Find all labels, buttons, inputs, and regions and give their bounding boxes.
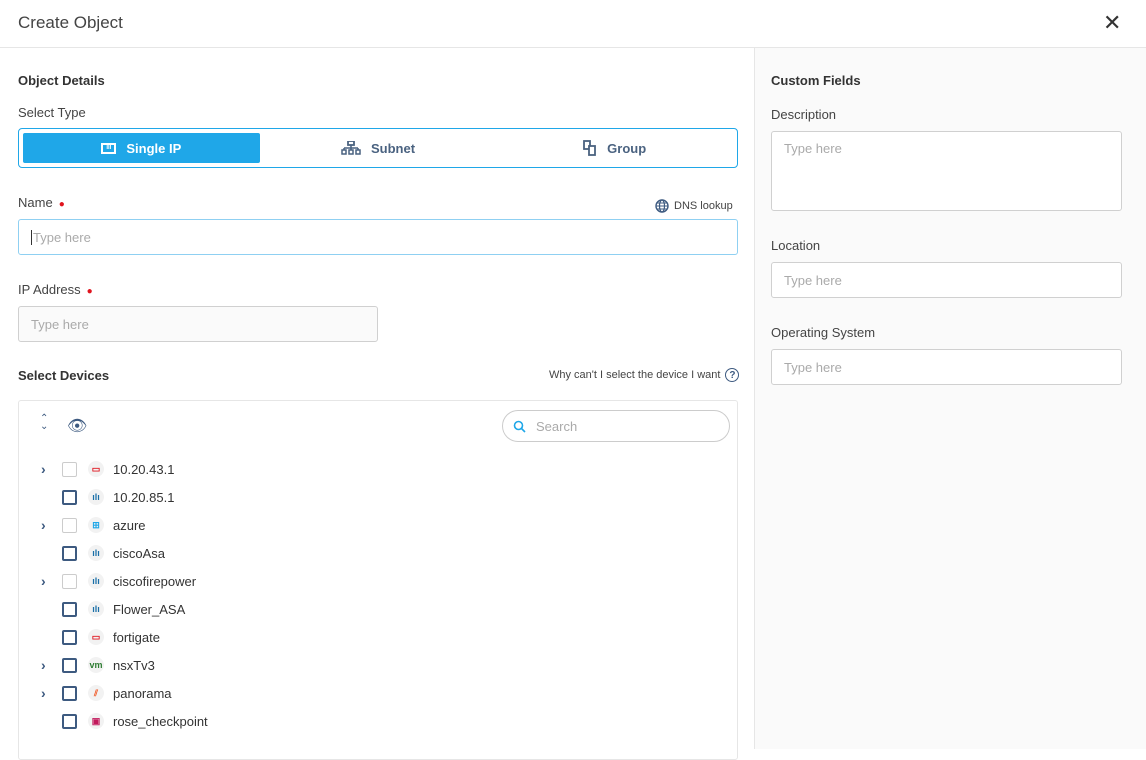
group-icon (583, 140, 597, 156)
name-placeholder: Type here (31, 229, 91, 245)
device-name: fortigate (113, 629, 160, 645)
device-checkbox (62, 573, 77, 589)
device-name: 10.20.43.1 (113, 461, 175, 477)
chevron-right-icon[interactable]: › (41, 657, 46, 673)
device-checkbox (62, 517, 77, 533)
device-checkbox[interactable] (62, 657, 77, 673)
devices-help-text: Why can't I select the device I want (549, 369, 721, 381)
description-input[interactable]: Type here (771, 131, 1122, 211)
close-icon[interactable]: ✕ (1103, 12, 1121, 34)
device-checkbox (62, 461, 77, 477)
type-label: Group (607, 140, 647, 156)
ip-placeholder: Type here (31, 316, 89, 332)
os-input[interactable]: Type here (771, 349, 1122, 385)
device-name: azure (113, 517, 146, 533)
type-label: Subnet (370, 140, 416, 156)
device-name: rose_checkpoint (113, 713, 208, 729)
location-input[interactable]: Type here (771, 262, 1122, 298)
type-subnet[interactable]: Subnet (260, 133, 497, 163)
eye-icon[interactable]: 👁 (67, 416, 87, 436)
globe-icon (655, 199, 669, 213)
chevron-right-icon[interactable]: › (41, 461, 46, 477)
checkpoint-icon: ▣ (88, 713, 104, 729)
cisco-icon: ılı (88, 489, 104, 505)
device-row[interactable]: ılı ciscoAsa (19, 539, 719, 567)
device-row[interactable]: › vm nsxTv3 (19, 651, 719, 679)
location-label: Location (771, 238, 821, 253)
help-icon: ? (725, 368, 740, 382)
chevron-right-icon[interactable]: › (41, 573, 46, 589)
device-checkbox[interactable] (62, 685, 77, 701)
device-row[interactable]: ılı Flower_ASA (19, 595, 719, 623)
name-input[interactable]: Type here (18, 219, 738, 255)
fortinet-icon: ▭ (88, 629, 104, 645)
search-icon (513, 420, 526, 433)
dialog-header: Create Object ✕ (0, 0, 1146, 48)
description-placeholder: Type here (784, 141, 842, 156)
os-label: Operating System (771, 325, 876, 340)
device-checkbox[interactable] (62, 601, 77, 617)
device-name: ciscofirepower (113, 573, 197, 589)
device-checkbox[interactable] (62, 489, 77, 505)
device-row[interactable]: › ⊞ azure (19, 511, 719, 539)
object-details-title: Object Details (18, 73, 105, 88)
ip-address-input[interactable]: Type here (18, 306, 378, 342)
select-devices-title: Select Devices (18, 368, 110, 383)
type-selector: III Single IP Subnet Group (18, 128, 738, 168)
device-row[interactable]: ▣ rose_checkpoint (19, 707, 719, 735)
device-checkbox[interactable] (62, 545, 77, 561)
device-name: ciscoAsa (113, 545, 166, 561)
device-row[interactable]: ▭ fortigate (19, 623, 719, 651)
device-name: nsxTv3 (113, 657, 155, 673)
paloalto-icon: ⫽ (88, 685, 104, 701)
search-placeholder: Search (536, 418, 578, 434)
device-tree: ⌃ ⌄ 👁 Search › ▭ 10.20.43.1 ılı 10.20.85.1 › ⊞ a… (18, 400, 738, 760)
chevron-right-icon[interactable]: › (41, 685, 46, 701)
subnet-icon (341, 141, 361, 155)
azure-icon: ⊞ (88, 517, 104, 533)
fortinet-icon: ▭ (88, 461, 104, 477)
type-single-ip[interactable]: III Single IP (23, 133, 260, 163)
device-row[interactable]: › ılı ciscofirepower (19, 567, 719, 595)
dns-lookup-label: DNS lookup (674, 200, 733, 212)
dialog-title: Create Object (18, 13, 123, 32)
device-name: 10.20.85.1 (113, 489, 175, 505)
os-placeholder: Type here (784, 359, 842, 375)
type-group[interactable]: Group (496, 133, 733, 163)
cisco-icon: ılı (88, 545, 104, 561)
device-search-input[interactable]: Search (502, 410, 730, 442)
ip-address-label: IP Address ● (18, 282, 93, 297)
device-name: Flower_ASA (113, 601, 186, 617)
type-label: Single IP (126, 140, 182, 156)
device-row[interactable]: › ⫽ panorama (19, 679, 719, 707)
vmware-icon: vm (88, 657, 104, 673)
device-row[interactable]: › ▭ 10.20.43.1 (19, 455, 719, 483)
device-name: panorama (113, 685, 172, 701)
select-type-label: Select Type (18, 105, 86, 120)
devices-help-link[interactable]: Why can't I select the device I want ? (549, 368, 740, 382)
custom-fields-title: Custom Fields (771, 73, 861, 88)
device-checkbox[interactable] (62, 713, 77, 729)
location-placeholder: Type here (784, 272, 842, 288)
cisco-icon: ılı (88, 601, 104, 617)
name-label: Name ● (18, 195, 65, 210)
cisco-icon: ılı (88, 573, 104, 589)
device-row[interactable]: ılı 10.20.85.1 (19, 483, 719, 511)
dns-lookup-link[interactable]: DNS lookup (655, 199, 733, 213)
device-checkbox[interactable] (62, 629, 77, 645)
chevron-right-icon[interactable]: › (41, 517, 46, 533)
description-label: Description (771, 107, 837, 122)
expand-collapse-icon[interactable]: ⌃ ⌄ (40, 414, 48, 432)
single-ip-icon: III (101, 142, 117, 154)
